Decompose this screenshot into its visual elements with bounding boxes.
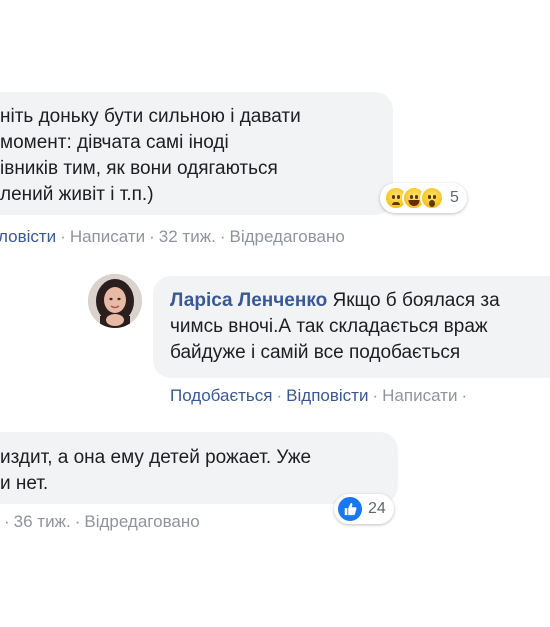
comment-1-reactions[interactable]: 5: [380, 183, 467, 213]
comment-1-line-2: момент: дівчата самі іноді: [0, 132, 229, 153]
edited-label[interactable]: Відредаговано: [229, 227, 344, 246]
comment-2-actions: · 36 тиж. · Відредаговано: [4, 512, 200, 531]
like-icon: [338, 497, 362, 521]
avatar-photo: [88, 274, 142, 328]
write-link[interactable]: Написати: [70, 227, 145, 246]
wow-face-icon: [420, 186, 444, 210]
write-link[interactable]: Написати: [382, 386, 457, 405]
comment-1-actions: ловісти · Написати · 32 тиж. · Відредаговано: [0, 227, 345, 246]
comment-1-line-4: лений живіт і т.п.): [0, 184, 154, 205]
comment-2-reactions[interactable]: 24: [334, 494, 394, 524]
reply-bubble: Ларіса Ленченко Якщо б боялася за чимсь …: [153, 276, 550, 378]
edited-label[interactable]: Відредаговано: [84, 512, 199, 531]
comment-2-line-1: издит, а она ему детей рожает. Уже: [0, 447, 312, 468]
author-name[interactable]: Ларіса Ленченко: [170, 290, 327, 311]
comment-bubble-1: ніть доньку бути сильною і давати момент…: [0, 92, 393, 215]
like-link[interactable]: Подобається: [170, 386, 273, 405]
comment-bubble-2: издит, а она ему детей рожает. Уже и нет…: [0, 432, 398, 504]
timestamp[interactable]: 36 тиж.: [14, 512, 71, 531]
reply-link[interactable]: ловісти: [0, 227, 56, 246]
comment-2-line-2: и нет.: [0, 473, 49, 494]
reply-line-1: Ларіса Ленченко Якщо б боялася за: [170, 290, 500, 311]
reply-actions: Подобається · Відповісти · Написати ·: [170, 386, 468, 405]
avatar[interactable]: [88, 274, 142, 328]
timestamp[interactable]: 32 тиж.: [159, 227, 216, 246]
comment-1-line-1: ніть доньку бути сильною і давати: [0, 106, 301, 127]
reply-line-2: чимсь вночі.А так складається враж: [170, 316, 488, 337]
reply-link[interactable]: Відповісти: [286, 386, 368, 405]
reaction-count: 5: [450, 189, 459, 206]
comment-1-line-3: івників тим, як вони одягаються: [0, 158, 278, 179]
reply-line-3: байдуже і самій все подобається: [170, 342, 461, 363]
reaction-count: 24: [368, 500, 386, 517]
